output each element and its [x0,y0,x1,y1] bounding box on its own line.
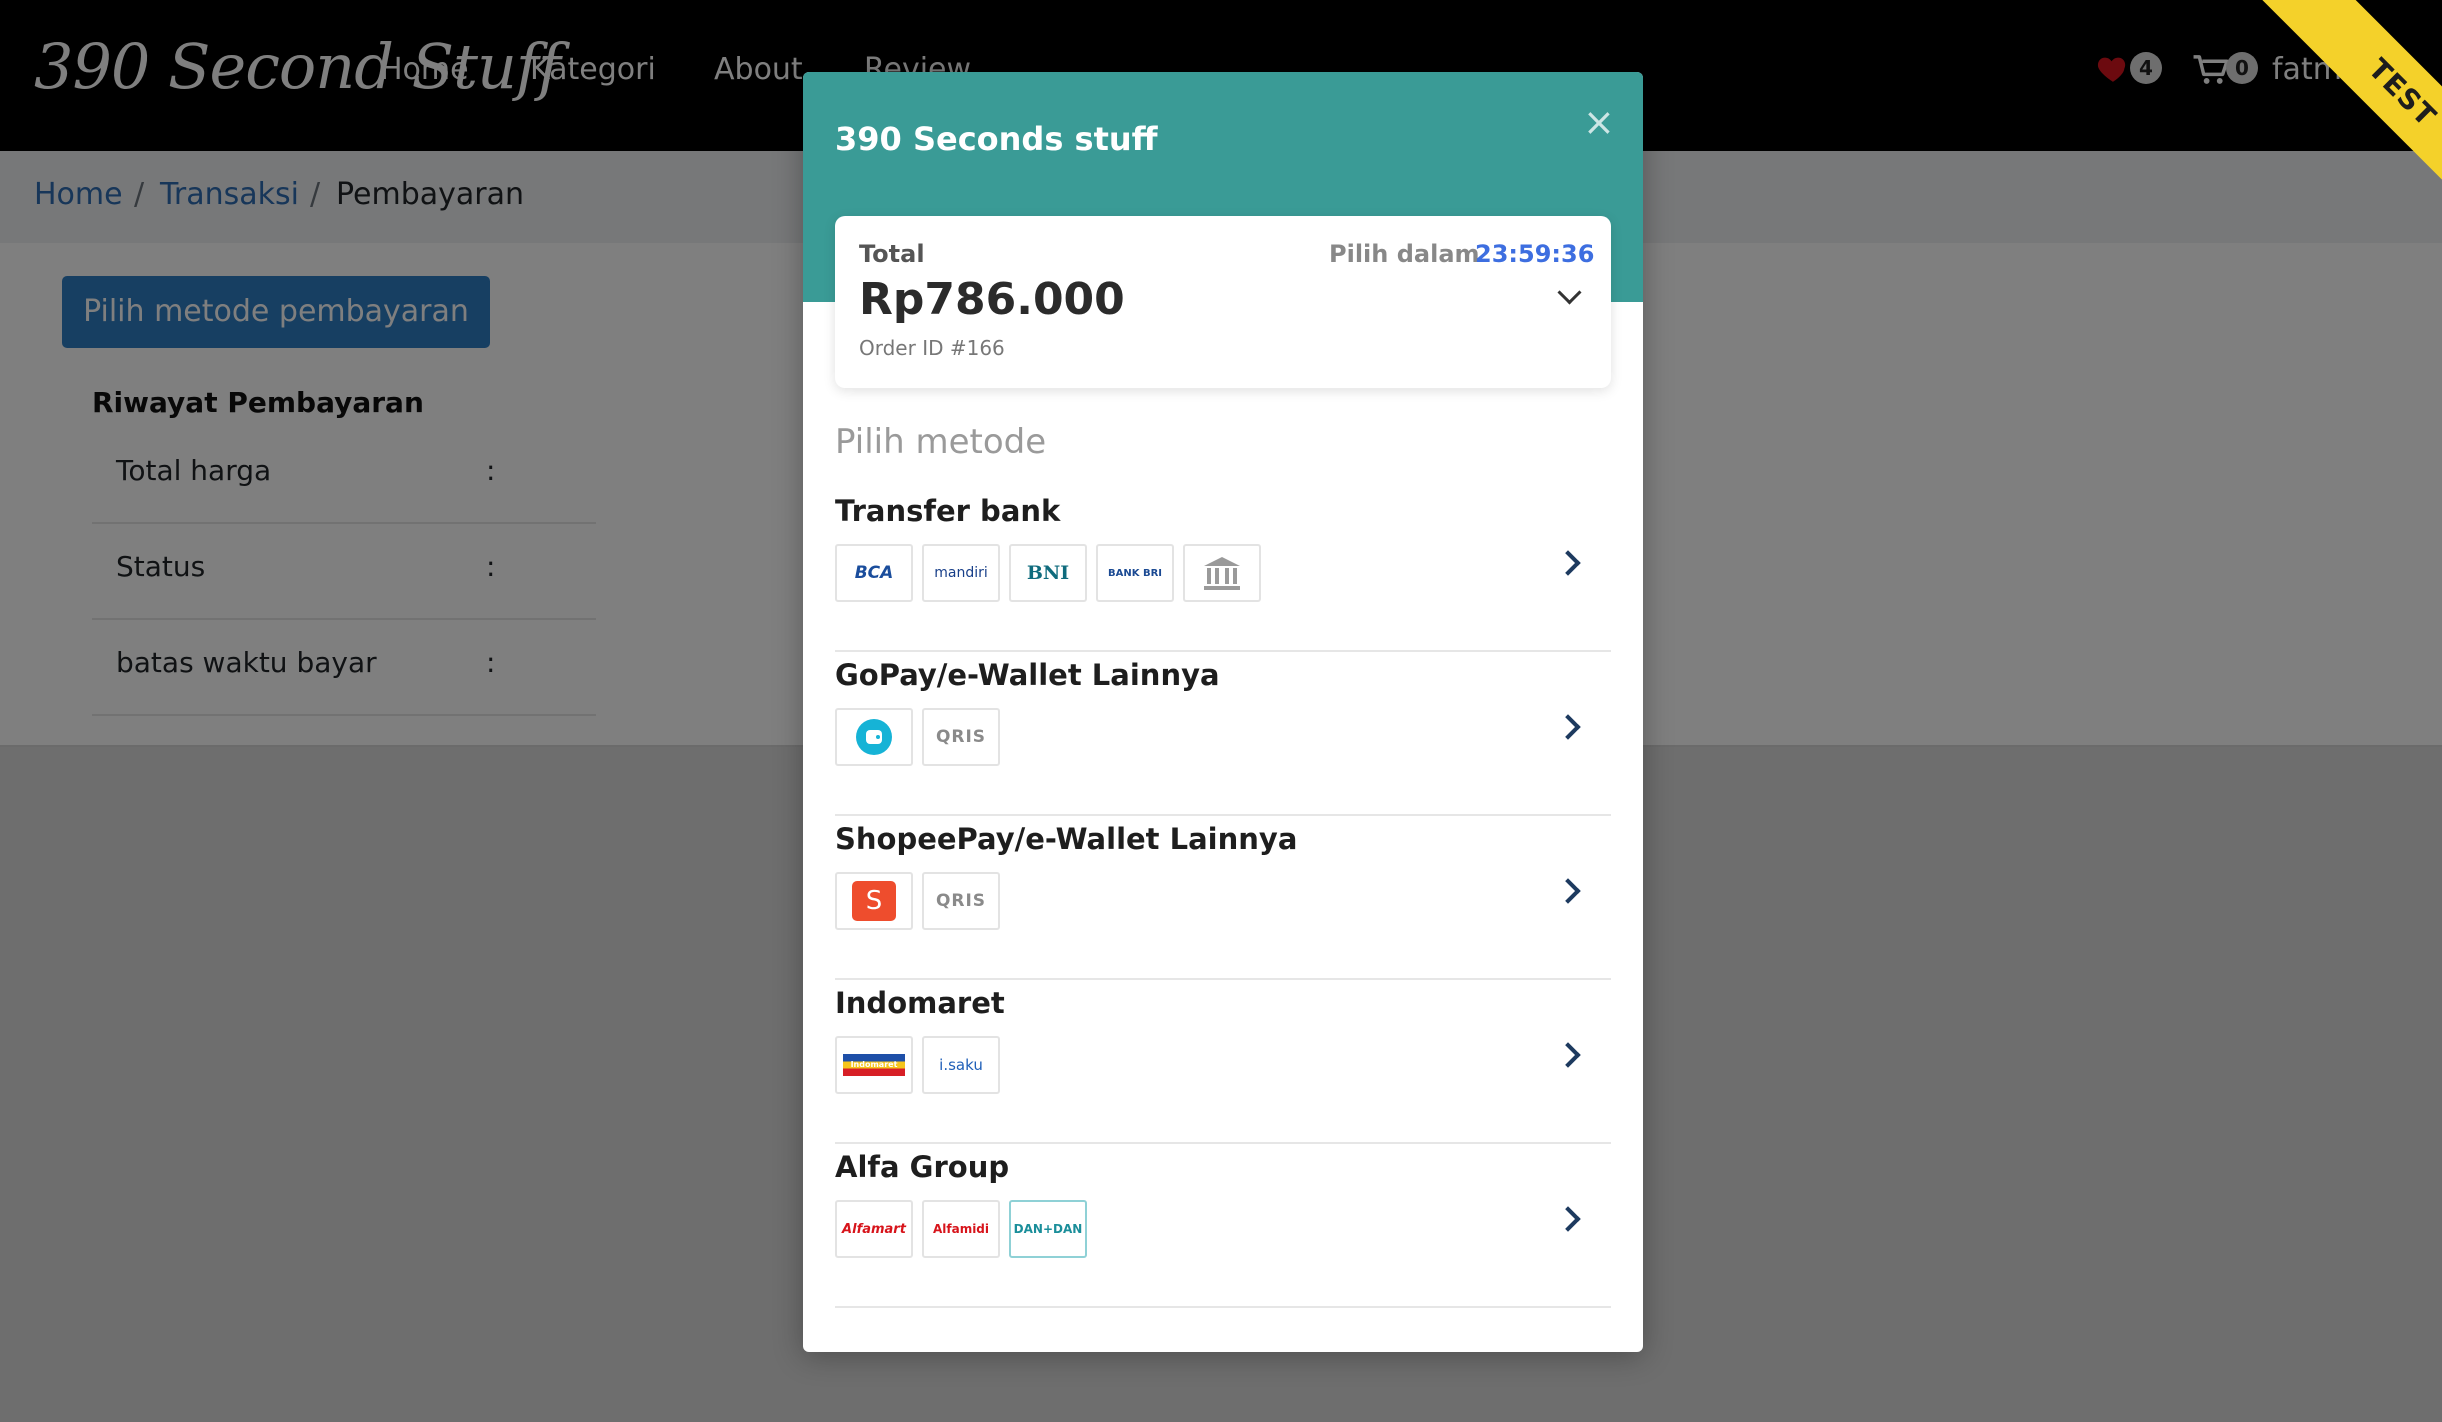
shopeepay-logo-letter: S [852,881,896,921]
countdown-timer: 23:59:36 [1475,240,1595,268]
dandan-logo: DAN+DAN [1009,1200,1087,1258]
indomaret-logo: Indomaret [835,1036,913,1094]
bni-logo: BNI [1009,544,1087,602]
indomaret-logo-text: Indomaret [843,1054,905,1076]
chevron-right-icon[interactable] [1555,550,1581,576]
bca-logo: BCA [835,544,913,602]
choose-method-title: Pilih metode [835,422,1047,462]
method-shopeepay[interactable]: ShopeePay/e-Wallet Lainnya S QRIS [835,816,1611,980]
method-name: Alfa Group [835,1150,1010,1184]
qris-logo: QRIS [922,872,1000,930]
test-ribbon-label: TEST [2230,0,2442,240]
method-transfer-bank[interactable]: Transfer bank BCA mandiri BNI BANK BRI [835,488,1611,652]
chevron-right-icon[interactable] [1555,1206,1581,1232]
alfamidi-logo: Alfamidi [922,1200,1000,1258]
bri-logo: BANK BRI [1096,544,1174,602]
method-name: Indomaret [835,986,1005,1020]
method-indomaret[interactable]: Indomaret Indomaret i.saku [835,980,1611,1144]
method-alfa-group[interactable]: Alfa Group Alfamart Alfamidi DAN+DAN [835,1144,1611,1308]
shopeepay-logo: S [835,872,913,930]
total-amount: Rp786.000 [859,274,1125,325]
method-name: Transfer bank [835,494,1061,528]
bank-icon [1183,544,1261,602]
alfamart-logo: Alfamart [835,1200,913,1258]
test-ribbon: TEST [2202,0,2442,240]
qris-logo: QRIS [922,708,1000,766]
method-gopay[interactable]: GoPay/e-Wallet Lainnya QRIS [835,652,1611,816]
total-label: Total [859,240,925,268]
modal-title: 390 Seconds stuff [835,120,1158,158]
mandiri-logo: mandiri [922,544,1000,602]
close-icon[interactable]: × [1583,100,1615,144]
isaku-logo: i.saku [922,1036,1000,1094]
chevron-down-icon[interactable] [1557,280,1582,305]
method-name: GoPay/e-Wallet Lainnya [835,658,1220,692]
order-summary[interactable]: Total Rp786.000 Order ID #166 Pilih dala… [835,216,1611,388]
gopay-icon [835,708,913,766]
chevron-right-icon[interactable] [1555,1042,1581,1068]
payment-modal: 390 Seconds stuff × Total Rp786.000 Orde… [803,72,1643,1352]
deadline-label: Pilih dalam [1329,240,1480,268]
chevron-right-icon[interactable] [1555,878,1581,904]
order-id: Order ID #166 [859,336,1005,360]
chevron-right-icon[interactable] [1555,714,1581,740]
method-name: ShopeePay/e-Wallet Lainnya [835,822,1298,856]
